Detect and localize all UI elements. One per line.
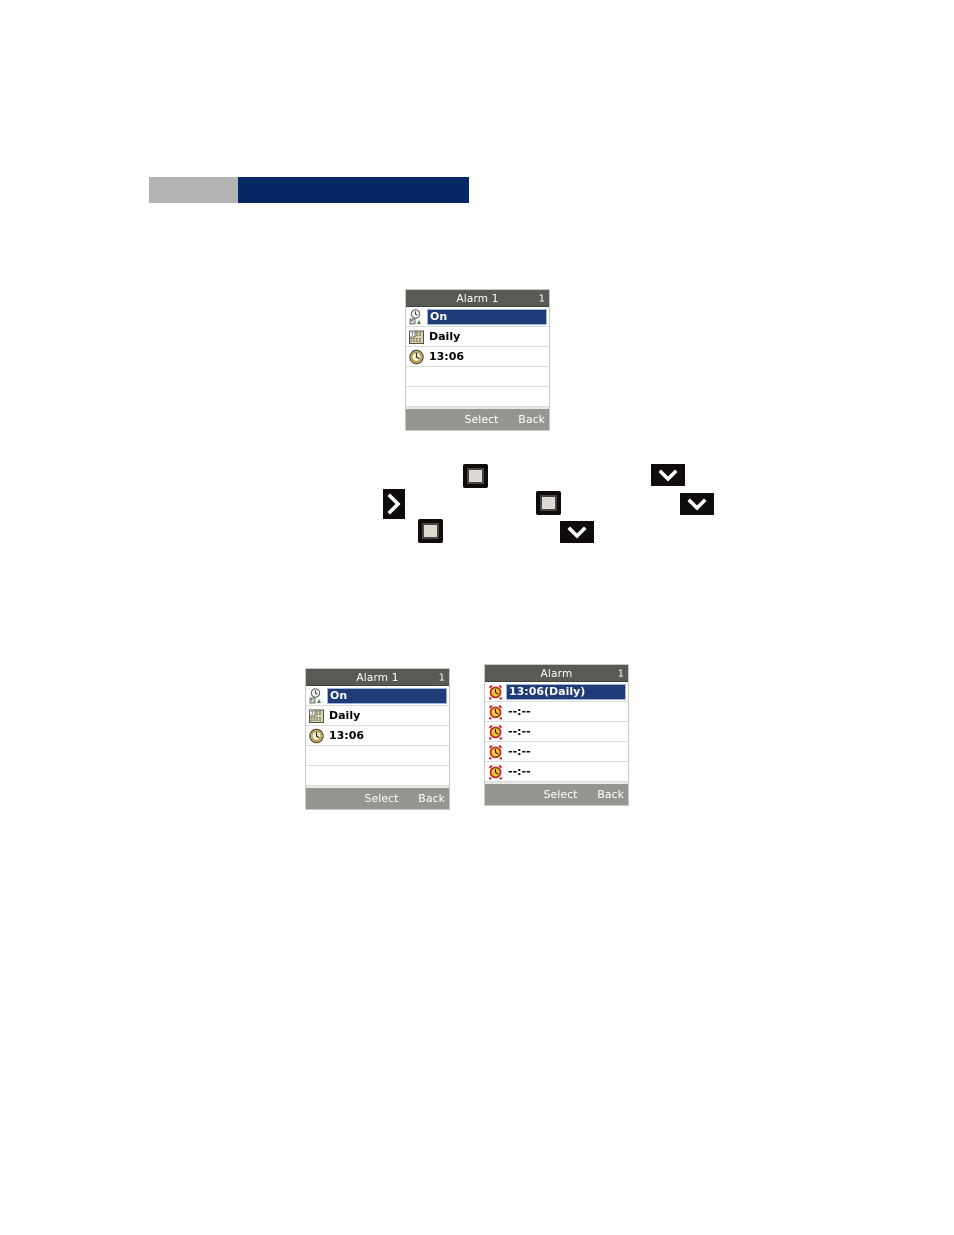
list-item-empty xyxy=(406,367,549,387)
screen-titlebar: Alarm 1 1 xyxy=(406,290,549,307)
list-item[interactable]: 13:06(Daily) xyxy=(485,682,628,702)
banner-segment-gray xyxy=(149,177,238,203)
list-item-label: On xyxy=(327,687,447,704)
alarm-person-icon xyxy=(408,308,425,325)
list-item-label: Daily xyxy=(329,708,361,722)
list-item[interactable]: --:-- xyxy=(485,702,628,722)
alarm-clock-icon xyxy=(487,724,504,740)
list-item[interactable]: --:-- xyxy=(485,762,628,782)
menu-list: On 7 Daily 13:06 xyxy=(406,307,549,407)
calendar-icon: 7 xyxy=(308,708,325,724)
list-item-label: 13:06 xyxy=(329,728,365,742)
down-key-2[interactable] xyxy=(680,493,714,515)
list-item[interactable]: 7 Daily xyxy=(306,706,449,726)
list-item[interactable]: On xyxy=(306,686,449,706)
select-key-2[interactable] xyxy=(536,491,561,515)
phone-screen-alarm1-bottom: Alarm 1 1 On 7 Daily 13:06 Select Back xyxy=(305,668,450,810)
screen-title-index: 1 xyxy=(538,293,545,304)
down-key-3[interactable] xyxy=(560,521,594,543)
list-item-label: --:-- xyxy=(508,724,531,738)
down-key-1[interactable] xyxy=(651,464,685,486)
calendar-icon: 7 xyxy=(408,329,425,345)
list-item-empty xyxy=(406,387,549,407)
screen-title: Alarm 1 xyxy=(456,292,499,305)
list-item[interactable]: 7 Daily xyxy=(406,327,549,347)
list-item-label: On xyxy=(427,308,547,325)
list-item-label: Daily xyxy=(429,329,461,343)
screen-titlebar: Alarm 1 1 xyxy=(306,669,449,686)
list-item-label: 13:06 xyxy=(429,349,465,363)
list-item[interactable]: 13:06 xyxy=(406,347,549,367)
softkey-bar: Select Back xyxy=(485,782,628,805)
header-banner xyxy=(149,177,469,203)
phone-screen-alarm-list: Alarm 1 13:06(Daily) --:-- --:-- --:-- -… xyxy=(484,664,629,806)
list-item-label: --:-- xyxy=(508,704,531,718)
banner-segment-navy xyxy=(238,177,469,203)
list-item-label: 13:06(Daily) xyxy=(506,683,626,700)
softkey-back[interactable]: Back xyxy=(597,788,624,801)
list-item[interactable]: --:-- xyxy=(485,742,628,762)
alarm-person-icon xyxy=(308,687,325,704)
alarm-list: 13:06(Daily) --:-- --:-- --:-- --:-- xyxy=(485,682,628,782)
select-key-1[interactable] xyxy=(463,464,488,488)
list-item-empty xyxy=(306,766,449,786)
softkey-back[interactable]: Back xyxy=(418,792,445,805)
list-item-label: --:-- xyxy=(508,764,531,778)
alarm-clock-icon xyxy=(487,764,504,780)
list-item-label: --:-- xyxy=(508,744,531,758)
svg-text:7: 7 xyxy=(411,332,414,338)
menu-list: On 7 Daily 13:06 xyxy=(306,686,449,786)
softkey-bar: Select Back xyxy=(306,786,449,809)
phone-screen-alarm1-top: Alarm 1 1 On 7 Daily 13:06 Select Back xyxy=(405,289,550,431)
alarm-clock-icon xyxy=(487,684,504,700)
list-item[interactable]: 13:06 xyxy=(306,726,449,746)
softkey-back[interactable]: Back xyxy=(518,413,545,426)
clock-icon xyxy=(408,349,425,365)
list-item[interactable]: --:-- xyxy=(485,722,628,742)
screen-title-index: 1 xyxy=(617,668,624,679)
clock-icon xyxy=(308,728,325,744)
softkey-bar: Select Back xyxy=(406,407,549,430)
arrow-right-key[interactable] xyxy=(383,489,405,519)
list-item[interactable]: On xyxy=(406,307,549,327)
screen-title: Alarm xyxy=(540,667,573,680)
alarm-clock-icon xyxy=(487,704,504,720)
screen-title-index: 1 xyxy=(438,672,445,683)
screen-title: Alarm 1 xyxy=(356,671,399,684)
alarm-clock-icon xyxy=(487,744,504,760)
screen-titlebar: Alarm 1 xyxy=(485,665,628,682)
svg-text:7: 7 xyxy=(311,711,314,717)
select-key-3[interactable] xyxy=(418,519,443,543)
list-item-empty xyxy=(306,746,449,766)
